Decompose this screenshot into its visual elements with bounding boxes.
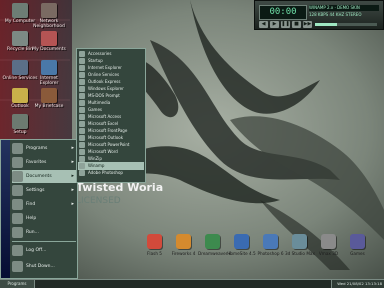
dock-item-homesite[interactable]: HomeSite 4.5 <box>227 234 256 256</box>
start-menu: Programs ▸ Favorites ▸ Documents ▸ Setti… <box>0 139 78 279</box>
dock-item-games[interactable]: Games <box>343 234 372 256</box>
browser-icon <box>41 60 57 75</box>
start-button[interactable]: Programs <box>0 280 35 288</box>
stop-button[interactable]: ■ <box>292 21 301 28</box>
dock-item-dreamweaver[interactable]: Dreamweaver 4 <box>198 234 231 256</box>
media-player[interactable]: 00:00 WINAMP 2.x · DEMO SKIN 128 KBPS 44… <box>254 0 384 30</box>
fireworks-icon <box>176 234 191 249</box>
start-item-programs[interactable]: Programs ▸ <box>12 142 76 155</box>
desktop-icon-8[interactable]: Setup <box>1 114 39 135</box>
dock-item-3dsmax[interactable]: 3d Studio Max <box>285 234 315 256</box>
mail-icon <box>12 88 28 103</box>
start-item-shutdown[interactable]: Shut Down... <box>12 260 76 273</box>
program-icon <box>79 170 85 176</box>
desktop-icon-5[interactable]: Internet Explorer <box>30 60 68 86</box>
network-icon <box>41 3 57 18</box>
photoshop-icon <box>263 234 278 249</box>
desktop-icon-7[interactable]: My Briefcase <box>30 88 68 109</box>
programs-icon <box>12 143 23 154</box>
player-seek-bar[interactable] <box>315 23 377 26</box>
wallpaper-brand-sub: LICENSED <box>76 196 121 206</box>
computer-icon <box>12 3 28 18</box>
favorites-icon <box>12 157 23 168</box>
recycle-bin-icon <box>12 31 28 46</box>
pause-button[interactable]: ❚❚ <box>281 21 290 28</box>
start-menu-separator <box>12 241 76 242</box>
dock-item-photoshop[interactable]: Photoshop 6 <box>256 234 285 256</box>
dock-item-fireworks[interactable]: Fireworks 4 <box>169 234 198 256</box>
start-item-documents[interactable]: Documents ▸ <box>12 170 76 183</box>
flash-icon <box>147 234 162 249</box>
submenu-item[interactable]: Adobe Photoshop <box>78 169 144 177</box>
dock-item-flash[interactable]: Flash 5 <box>140 234 169 256</box>
documents-icon <box>12 171 23 182</box>
start-item-logoff[interactable]: Log Off... <box>12 244 76 257</box>
start-item-run[interactable]: Run... <box>12 226 76 239</box>
system-tray: Wed 21/08/02 13:13:18 <box>331 280 384 288</box>
find-icon <box>12 199 23 210</box>
start-item-favorites[interactable]: Favorites ▸ <box>12 156 76 169</box>
taskbar: Programs Wed 21/08/02 13:13:18 <box>0 279 384 288</box>
settings-icon <box>12 185 23 196</box>
start-item-find[interactable]: Find ▸ <box>12 198 76 211</box>
shutdown-icon <box>12 261 23 272</box>
logoff-icon <box>12 245 23 256</box>
prev-button[interactable]: ◀ <box>259 21 268 28</box>
dreamweaver-icon <box>205 234 220 249</box>
folder-icon <box>41 31 57 46</box>
player-seek-fill <box>315 23 337 26</box>
desktop-icon-1[interactable]: Network Neighborhood <box>30 3 68 29</box>
next-button[interactable]: ▶▶ <box>303 21 312 28</box>
desktop: My Computer Network Neighborhood Recycle… <box>0 0 384 288</box>
briefcase-icon <box>41 88 57 103</box>
app-dock: Flash 5 Fireworks 4 Dreamweaver 4 HomeSi… <box>140 234 372 278</box>
3dsmax-icon <box>292 234 307 249</box>
vmax-icon <box>321 234 336 249</box>
player-marquee: WINAMP 2.x · DEMO SKIN <box>309 5 379 11</box>
games-icon <box>350 234 365 249</box>
setup-icon <box>12 114 28 129</box>
run-icon <box>12 227 23 238</box>
globe-icon <box>12 60 28 75</box>
taskbar-clock[interactable]: Wed 21/08/02 13:13:18 <box>337 280 382 288</box>
desktop-icon-3[interactable]: My Documents <box>30 31 68 52</box>
wallpaper-brand: Twisted Woria <box>76 181 164 194</box>
dock-item-vmax[interactable]: Vmax 3D <box>314 234 343 256</box>
player-controls: ◀ ▶ ❚❚ ■ ▶▶ <box>259 21 312 28</box>
help-icon <box>12 213 23 224</box>
player-time: 00:00 <box>259 5 307 20</box>
player-info: 128 KBPS 44 KHZ STEREO <box>309 12 362 17</box>
start-item-help[interactable]: Help <box>12 212 76 225</box>
homesite-icon <box>234 234 249 249</box>
play-button[interactable]: ▶ <box>270 21 279 28</box>
start-item-settings[interactable]: Settings ▸ <box>12 184 76 197</box>
programs-submenu: Accessories Startup Internet Explorer On… <box>76 48 146 183</box>
start-menu-band <box>1 140 10 278</box>
